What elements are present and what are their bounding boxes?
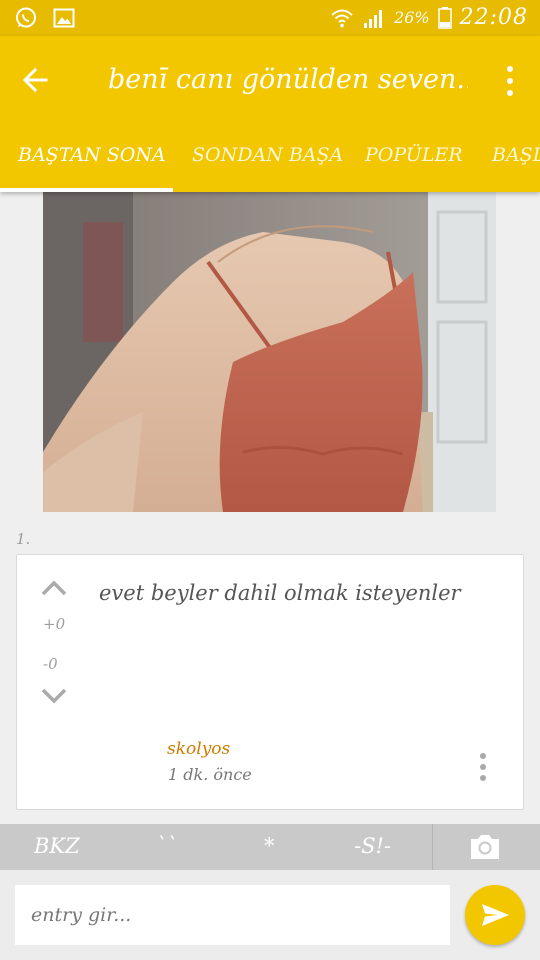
back-arrow-icon[interactable]: [18, 62, 54, 98]
entry-image[interactable]: [43, 192, 496, 512]
battery-percent: 26%: [394, 8, 430, 27]
downvote-count: -0: [43, 655, 58, 673]
topic-title: benī canı gönülden seven...: [108, 64, 468, 95]
quote-button[interactable]: ``: [156, 834, 177, 858]
overflow-menu-icon[interactable]: [504, 66, 516, 96]
app-bar: benī canı gönülden seven... BAŞTAN SONA …: [0, 36, 540, 192]
entry-index: 1.: [16, 530, 31, 548]
entry-timestamp: 1 dk. önce: [168, 765, 252, 784]
clock: 22:08: [459, 5, 528, 30]
active-tab-indicator: [0, 188, 173, 192]
entry-more-icon[interactable]: [479, 753, 487, 783]
downvote-icon[interactable]: [41, 687, 67, 705]
gallery-icon: [53, 8, 75, 28]
wifi-icon: [331, 9, 353, 27]
star-button[interactable]: *: [264, 834, 275, 858]
send-button[interactable]: [465, 885, 525, 945]
whatsapp-icon: [16, 7, 36, 28]
bkz-button[interactable]: BKZ: [34, 834, 80, 858]
spoiler-button[interactable]: -S!-: [354, 834, 391, 858]
sort-tabs: BAŞTAN SONA SONDAN BAŞA POPÜLER BAŞL: [0, 136, 540, 192]
send-icon: [482, 904, 509, 926]
battery-icon: [437, 6, 452, 29]
status-bar: 26% 22:08: [0, 0, 540, 36]
tab-sondan-basa[interactable]: SONDAN BAŞA: [192, 144, 343, 166]
entry-input[interactable]: [15, 885, 450, 945]
composer: [0, 870, 540, 960]
tab-baslangic[interactable]: BAŞL: [492, 144, 540, 166]
format-bar: BKZ `` * -S!-: [0, 824, 540, 870]
format-divider: [432, 824, 433, 870]
entry-text: evet beyler dahil olmak isteyenler: [99, 581, 461, 605]
entry-author[interactable]: skolyos: [167, 739, 230, 759]
upvote-icon[interactable]: [41, 579, 67, 597]
entry-card: +0 -0 evet beyler dahil olmak isteyenler…: [16, 554, 524, 810]
signal-icon: [364, 9, 383, 28]
tab-populer[interactable]: POPÜLER: [365, 144, 463, 166]
tab-bastan-sona[interactable]: BAŞTAN SONA: [18, 144, 166, 166]
upvote-count: +0: [43, 615, 66, 633]
camera-icon[interactable]: [468, 832, 502, 862]
